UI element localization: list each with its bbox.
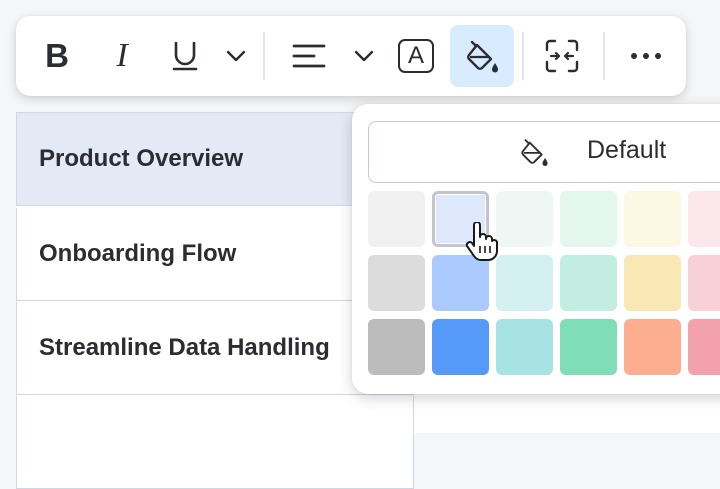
fill-color-button[interactable] bbox=[450, 25, 514, 87]
color-swatch-r3-c5[interactable] bbox=[624, 319, 681, 375]
row-title: Streamline Data Handling bbox=[39, 334, 330, 361]
toolbar-separator bbox=[522, 32, 524, 80]
table-row-empty[interactable] bbox=[16, 396, 414, 489]
color-swatch-r2-c6[interactable] bbox=[688, 255, 720, 311]
more-options-button[interactable] bbox=[616, 24, 676, 88]
chevron-down-icon bbox=[354, 50, 374, 62]
color-swatch-r2-c2[interactable] bbox=[432, 255, 489, 311]
fill-bucket-icon bbox=[521, 139, 548, 167]
underline-icon bbox=[172, 41, 198, 71]
more-icon bbox=[631, 53, 661, 59]
fill-color-menu: Default bbox=[352, 104, 720, 394]
color-swatch-r3-c6[interactable] bbox=[688, 319, 720, 375]
color-swatch-r1-c3[interactable] bbox=[496, 191, 553, 247]
color-swatch-r1-c5[interactable] bbox=[624, 191, 681, 247]
text-style-dropdown-button[interactable] bbox=[216, 24, 256, 88]
expand-icon bbox=[545, 39, 579, 73]
bold-button[interactable]: B bbox=[34, 24, 80, 88]
text-color-label: A bbox=[407, 42, 424, 69]
color-swatch-r2-c4[interactable] bbox=[560, 255, 617, 311]
align-dropdown-button[interactable] bbox=[344, 24, 384, 88]
color-swatch-r3-c2[interactable] bbox=[432, 319, 489, 375]
color-swatch-r3-c1[interactable] bbox=[368, 319, 425, 375]
fill-bucket-icon bbox=[467, 40, 498, 73]
default-color-button[interactable]: Default bbox=[368, 121, 720, 183]
color-swatch-r3-c3[interactable] bbox=[496, 319, 553, 375]
expand-button[interactable] bbox=[534, 24, 590, 88]
align-button[interactable] bbox=[284, 24, 334, 88]
underline-button[interactable] bbox=[162, 24, 208, 88]
color-swatch-r2-c3[interactable] bbox=[496, 255, 553, 311]
align-left-icon bbox=[292, 44, 326, 68]
color-swatch-r1-c6[interactable] bbox=[688, 191, 720, 247]
text-color-button[interactable]: A bbox=[392, 24, 440, 88]
formatting-toolbar: B I A bbox=[16, 16, 686, 96]
italic-button[interactable]: I bbox=[100, 24, 144, 88]
row-title: Onboarding Flow bbox=[39, 240, 237, 267]
bold-icon: B bbox=[45, 37, 69, 74]
chevron-down-icon bbox=[226, 50, 246, 62]
color-swatch-r1-c4[interactable] bbox=[560, 191, 617, 247]
color-swatch-r2-c1[interactable] bbox=[368, 255, 425, 311]
color-swatch-r2-c5[interactable] bbox=[624, 255, 681, 311]
text-color-icon: A bbox=[398, 39, 434, 73]
row-title: Product Overview bbox=[39, 145, 244, 172]
default-color-label: Default bbox=[587, 136, 667, 164]
hand-pointer-cursor-icon bbox=[465, 222, 498, 261]
color-swatch-r3-c4[interactable] bbox=[560, 319, 617, 375]
toolbar-separator bbox=[603, 32, 605, 80]
color-swatch-r1-c1[interactable] bbox=[368, 191, 425, 247]
italic-icon: I bbox=[116, 37, 128, 74]
toolbar-separator bbox=[263, 32, 265, 80]
